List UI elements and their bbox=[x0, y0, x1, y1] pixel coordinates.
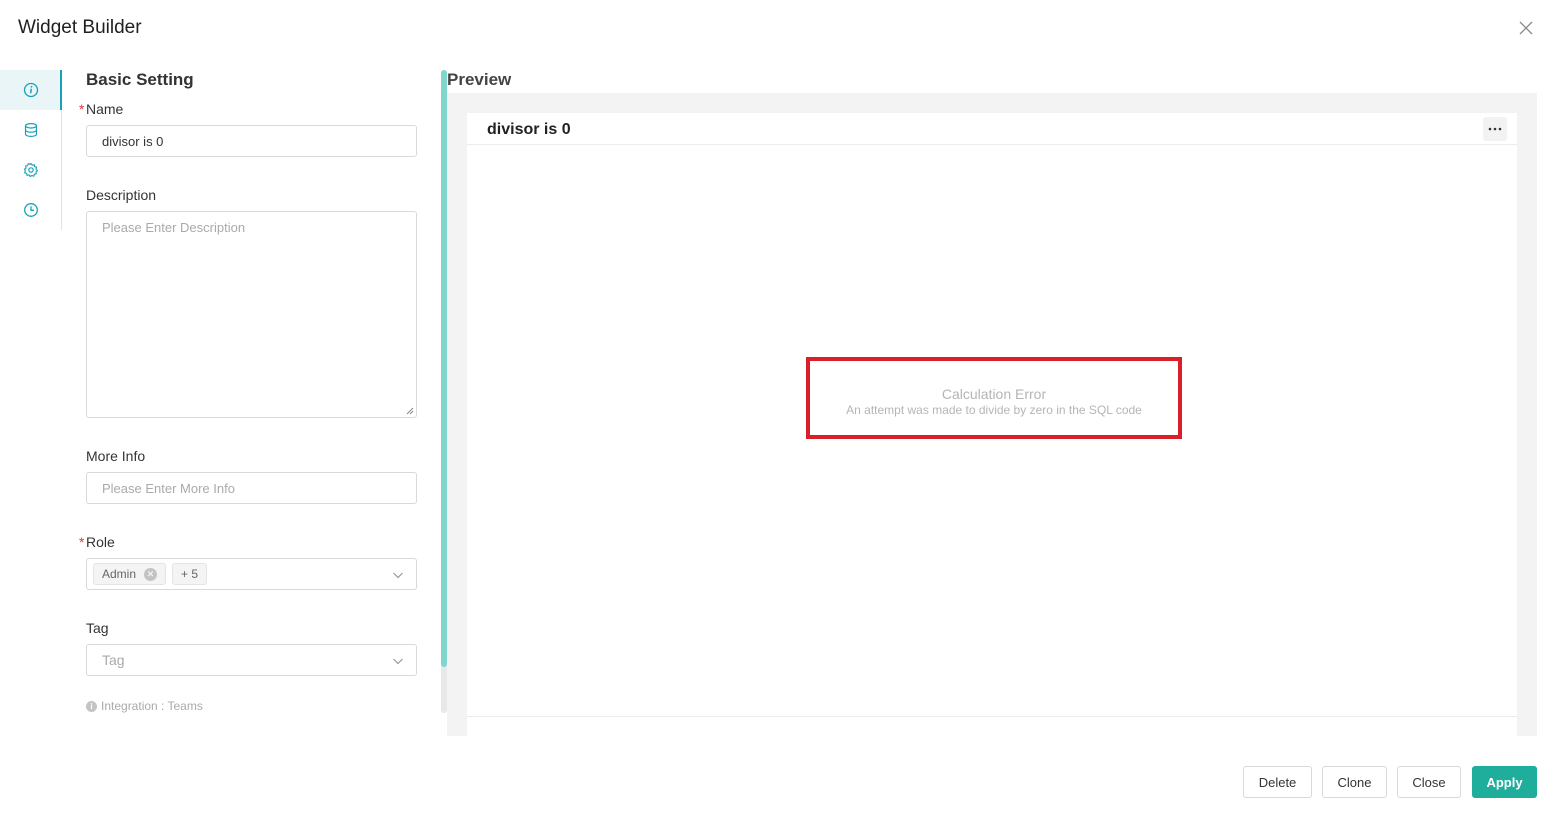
clone-button[interactable]: Clone bbox=[1322, 766, 1387, 798]
apply-button[interactable]: Apply bbox=[1472, 766, 1537, 798]
role-label: * Role bbox=[79, 534, 115, 550]
delete-button[interactable]: Delete bbox=[1243, 766, 1312, 798]
preview-title: Preview bbox=[447, 70, 512, 89]
chevron-down-icon bbox=[393, 572, 403, 579]
gear-icon bbox=[23, 162, 38, 178]
widget-card: divisor is 0 Calculation Error An attemp… bbox=[467, 113, 1517, 736]
more-options-icon[interactable] bbox=[1483, 117, 1507, 141]
widget-title: divisor is 0 bbox=[487, 121, 571, 138]
dialog-title: Widget Builder bbox=[18, 17, 142, 38]
widget-header: divisor is 0 bbox=[467, 113, 1517, 145]
database-icon bbox=[24, 122, 37, 138]
role-label-text: Role bbox=[86, 534, 115, 550]
required-mark: * bbox=[79, 101, 85, 117]
resize-handle-icon[interactable] bbox=[406, 407, 414, 415]
info-icon: i bbox=[86, 700, 97, 712]
description-textarea[interactable]: Please Enter Description bbox=[86, 211, 417, 418]
name-input[interactable]: divisor is 0 bbox=[86, 125, 417, 157]
settings-rail bbox=[0, 70, 62, 230]
clock-icon bbox=[23, 203, 38, 217]
integration-hint: i Integration : Teams bbox=[86, 699, 203, 713]
name-input-value: divisor is 0 bbox=[102, 133, 164, 149]
rail-item-settings[interactable] bbox=[0, 150, 61, 190]
remove-tag-icon[interactable]: ✕ bbox=[144, 567, 158, 581]
tag-label: Tag bbox=[86, 620, 109, 636]
integration-hint-text: Integration : Teams bbox=[101, 699, 203, 713]
more-info-placeholder: Please Enter More Info bbox=[102, 480, 235, 496]
error-message: An attempt was made to divide by zero in… bbox=[846, 403, 1142, 417]
more-info-input[interactable]: Please Enter More Info bbox=[86, 472, 417, 504]
description-label: Description bbox=[86, 187, 157, 203]
rail-item-history[interactable] bbox=[0, 190, 61, 230]
name-label-text: Name bbox=[86, 101, 124, 117]
name-label: * Name bbox=[79, 101, 124, 117]
role-tag-admin: Admin ✕ bbox=[93, 563, 167, 585]
chevron-down-icon bbox=[393, 658, 403, 665]
close-icon[interactable] bbox=[1516, 18, 1536, 38]
calculation-error-box: Calculation Error An attempt was made to… bbox=[806, 357, 1182, 439]
required-mark: * bbox=[79, 534, 85, 550]
rail-item-data-source[interactable] bbox=[0, 110, 61, 150]
rail-item-basic-setting[interactable] bbox=[0, 70, 62, 110]
section-title: Basic Setting bbox=[86, 70, 194, 89]
close-button[interactable]: Close bbox=[1397, 766, 1461, 798]
info-icon bbox=[23, 82, 38, 98]
error-title: Calculation Error bbox=[941, 386, 1047, 402]
preview-area: divisor is 0 Calculation Error An attemp… bbox=[447, 93, 1537, 736]
dialog-header: Widget Builder bbox=[0, 0, 1554, 58]
widget-footer-divider bbox=[467, 716, 1517, 717]
basic-setting-form: Basic Setting * Name divisor is 0 Descri… bbox=[78, 70, 430, 716]
role-more-count: + 5 bbox=[172, 563, 208, 585]
more-info-label: More Info bbox=[86, 448, 146, 464]
role-tag-label: Admin bbox=[102, 567, 137, 581]
tag-placeholder: Tag bbox=[102, 652, 125, 668]
description-placeholder: Please Enter Description bbox=[102, 220, 246, 235]
tag-select[interactable]: Tag bbox=[86, 644, 417, 676]
role-select[interactable]: Admin ✕ + 5 bbox=[86, 558, 417, 590]
